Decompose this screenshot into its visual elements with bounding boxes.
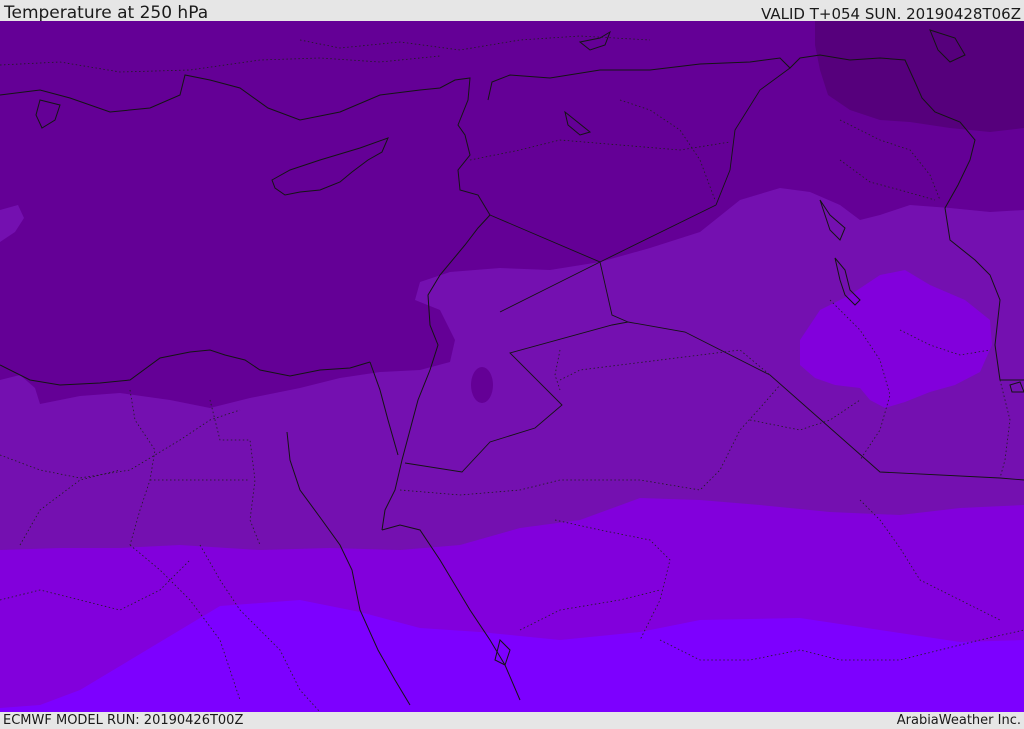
footer-bar: ECMWF MODEL RUN: 20190426T00Z ArabiaWeat… bbox=[0, 712, 1024, 729]
credit-label: ArabiaWeather Inc. bbox=[896, 713, 1021, 728]
temperature-map bbox=[0, 21, 1024, 712]
band-dark-spot bbox=[471, 367, 493, 403]
map-title: Temperature at 250 hPa bbox=[4, 3, 209, 23]
header-bar: Temperature at 250 hPa VALID T+054 SUN. … bbox=[0, 0, 1024, 23]
map-area bbox=[0, 21, 1024, 712]
model-run-label: ECMWF MODEL RUN: 20190426T00Z bbox=[3, 713, 244, 728]
weather-map-page: Temperature at 250 hPa VALID T+054 SUN. … bbox=[0, 0, 1024, 729]
